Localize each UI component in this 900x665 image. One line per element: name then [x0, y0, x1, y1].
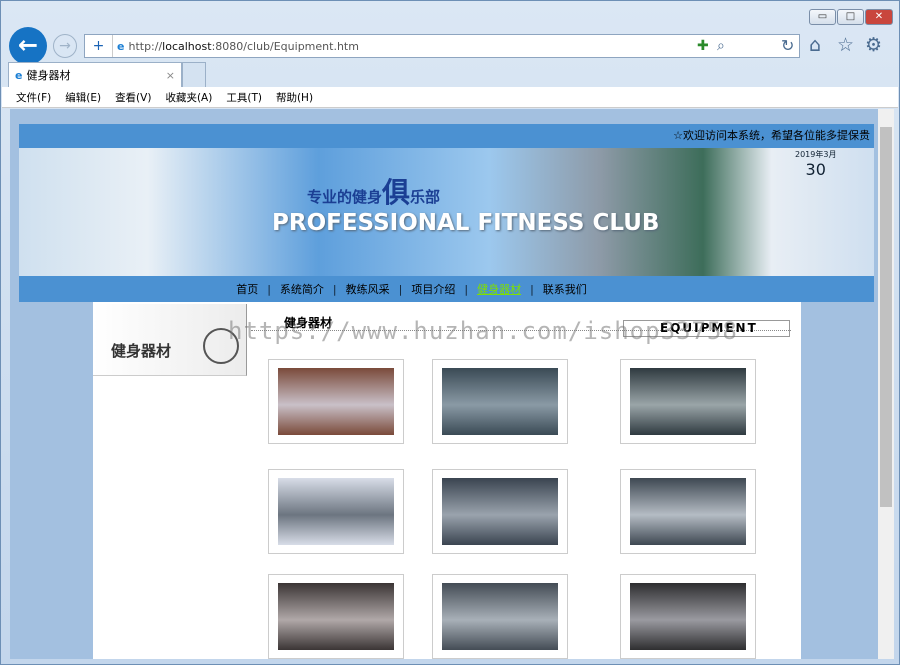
- menu-file[interactable]: 文件(F): [16, 90, 51, 105]
- forward-button[interactable]: →: [53, 34, 77, 58]
- content-title: 健身器材: [284, 316, 333, 330]
- menu-favorites[interactable]: 收藏夹(A): [165, 90, 212, 105]
- menu-tools[interactable]: 工具(T): [226, 90, 262, 105]
- nav-item[interactable]: 首页: [236, 281, 258, 297]
- tab-equipment[interactable]: e 健身器材 ×: [8, 62, 182, 87]
- nav-item[interactable]: 健身器材: [477, 281, 521, 297]
- nav-separator: |: [332, 282, 337, 296]
- close-button[interactable]: ✕: [865, 9, 893, 25]
- page-viewport: ☆欢迎访问本系统，希望各位能多提保贵 专业的健身俱乐部 PROFESSIONAL…: [10, 109, 878, 659]
- favorites-star-icon[interactable]: ☆: [837, 34, 854, 56]
- menu-edit[interactable]: 编辑(E): [65, 90, 101, 105]
- home-icon[interactable]: ⌂: [809, 34, 821, 56]
- photo-image: [278, 478, 394, 545]
- search-icon[interactable]: ⌕: [717, 38, 725, 54]
- menu-view[interactable]: 查看(V): [115, 90, 151, 105]
- scrollbar-thumb[interactable]: [880, 127, 892, 507]
- minimize-button[interactable]: ▭: [809, 9, 836, 25]
- sidebar-header: 健身器材: [93, 304, 247, 376]
- equipment-photo[interactable]: [620, 469, 756, 554]
- nav-item[interactable]: 项目介绍: [411, 281, 455, 297]
- gear-icon[interactable]: ⚙: [865, 34, 882, 56]
- photo-image: [278, 583, 394, 650]
- menu-bar: 文件(F) 编辑(E) 查看(V) 收藏夹(A) 工具(T) 帮助(H): [2, 87, 898, 108]
- photo-image: [442, 478, 558, 545]
- equipment-photo[interactable]: [268, 469, 404, 554]
- photo-image: [442, 583, 558, 650]
- nav-item[interactable]: 教练风采: [346, 281, 390, 297]
- equipment-photo[interactable]: [432, 359, 568, 444]
- ie-icon: e: [117, 39, 125, 53]
- back-button[interactable]: ←: [9, 27, 47, 65]
- equipment-photo[interactable]: [620, 359, 756, 444]
- nav-separator: |: [530, 282, 534, 296]
- nav-separator: |: [267, 282, 271, 296]
- banner-english: PROFESSIONAL FITNESS CLUB: [272, 210, 660, 236]
- refresh-icon[interactable]: ↻: [781, 36, 794, 55]
- menu-help[interactable]: 帮助(H): [276, 90, 313, 105]
- main-content: 健身器材 健身器材 EQUIPMENT https://www.huzhan.c…: [93, 302, 801, 659]
- photo-image: [630, 583, 746, 650]
- nav-separator: |: [464, 282, 469, 296]
- photo-image: [278, 368, 394, 435]
- photo-image: [630, 368, 746, 435]
- maximize-button[interactable]: □: [837, 9, 864, 25]
- shield-icon[interactable]: +: [85, 35, 113, 57]
- main-nav: 首页 | 系统简介 | 教练风采 | 项目介绍 | 健身器材 | 联系我们: [19, 276, 874, 302]
- nav-separator: |: [398, 282, 403, 296]
- new-tab-button[interactable]: [182, 62, 206, 87]
- calendar-date: 2019年3月 30: [795, 150, 837, 179]
- equipment-photo[interactable]: [620, 574, 756, 659]
- equipment-badge: EQUIPMENT: [623, 320, 790, 337]
- vertical-scrollbar[interactable]: [878, 109, 894, 659]
- welcome-marquee: ☆欢迎访问本系统，希望各位能多提保贵: [19, 124, 874, 148]
- tab-close-icon[interactable]: ×: [166, 69, 175, 82]
- nav-item[interactable]: 联系我们: [543, 281, 587, 297]
- equipment-photo[interactable]: [268, 359, 404, 444]
- nav-item[interactable]: 系统简介: [280, 281, 324, 297]
- equipment-photo[interactable]: [432, 574, 568, 659]
- equipment-photo[interactable]: [432, 469, 568, 554]
- club-logo: [203, 328, 239, 364]
- address-bar[interactable]: e http://localhost:8080/club/Equipment.h…: [84, 34, 800, 58]
- compat-icon[interactable]: ✚: [697, 38, 709, 54]
- photo-image: [442, 368, 558, 435]
- browser-window: ▭ □ ✕ ← → e http://localhost:8080/club/E…: [0, 0, 900, 665]
- ie-icon: e: [15, 68, 23, 82]
- banner-slogan: 专业的健身俱乐部: [307, 176, 441, 209]
- equipment-photo[interactable]: [268, 574, 404, 659]
- photo-image: [630, 478, 746, 545]
